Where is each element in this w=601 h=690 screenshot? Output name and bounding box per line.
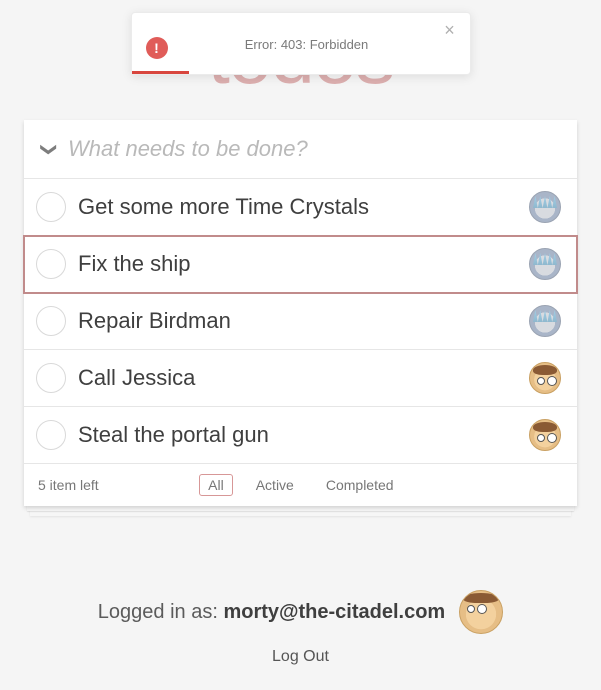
filter-group: All Active Completed xyxy=(199,474,402,496)
todo-toggle[interactable] xyxy=(36,306,66,336)
todo-toggle[interactable] xyxy=(36,420,66,450)
session-info: Logged in as: morty@the-citadel.com Log … xyxy=(0,590,601,666)
filter-completed[interactable]: Completed xyxy=(317,474,403,496)
items-left: 5 item left xyxy=(38,477,99,493)
new-todo-input[interactable] xyxy=(62,134,561,164)
close-icon[interactable]: × xyxy=(440,21,460,41)
owner-avatar xyxy=(529,305,561,337)
toast-progress-bar xyxy=(132,71,189,74)
todo-toggle[interactable] xyxy=(36,249,66,279)
todo-item[interactable]: Call Jessica xyxy=(24,350,577,407)
todo-item[interactable]: Get some more Time Crystals xyxy=(24,179,577,236)
owner-avatar xyxy=(529,419,561,451)
todo-item[interactable]: Fix the ship xyxy=(24,236,577,293)
owner-avatar xyxy=(529,362,561,394)
chevron-down-icon[interactable]: ❯ xyxy=(40,136,59,162)
session-prefix: Logged in as: xyxy=(98,601,224,623)
session-avatar xyxy=(459,590,503,634)
error-icon: ! xyxy=(146,37,168,59)
todo-label[interactable]: Steal the portal gun xyxy=(66,420,529,450)
todo-list: Get some more Time Crystals Fix the ship… xyxy=(24,179,577,464)
filter-all[interactable]: All xyxy=(199,474,233,496)
card-footer: 5 item left All Active Completed xyxy=(24,464,577,506)
filter-active[interactable]: Active xyxy=(247,474,303,496)
todo-card: ❯ Get some more Time Crystals Fix the sh… xyxy=(24,120,577,506)
owner-avatar xyxy=(529,191,561,223)
logout-button[interactable]: Log Out xyxy=(0,648,601,666)
new-todo-row: ❯ xyxy=(24,120,577,179)
todo-label[interactable]: Get some more Time Crystals xyxy=(66,192,529,222)
session-email: morty@the-citadel.com xyxy=(223,601,445,623)
todo-toggle[interactable] xyxy=(36,363,66,393)
error-toast: ! Error: 403: Forbidden × xyxy=(131,12,471,75)
todo-item[interactable]: Steal the portal gun xyxy=(24,407,577,464)
todo-label[interactable]: Fix the ship xyxy=(66,249,529,279)
todo-label[interactable]: Repair Birdman xyxy=(66,306,529,336)
todo-toggle[interactable] xyxy=(36,192,66,222)
todo-item[interactable]: Repair Birdman xyxy=(24,293,577,350)
owner-avatar xyxy=(529,248,561,280)
todo-label[interactable]: Call Jessica xyxy=(66,363,529,393)
error-message: Error: 403: Forbidden xyxy=(184,27,430,52)
session-row: Logged in as: morty@the-citadel.com xyxy=(0,590,601,634)
